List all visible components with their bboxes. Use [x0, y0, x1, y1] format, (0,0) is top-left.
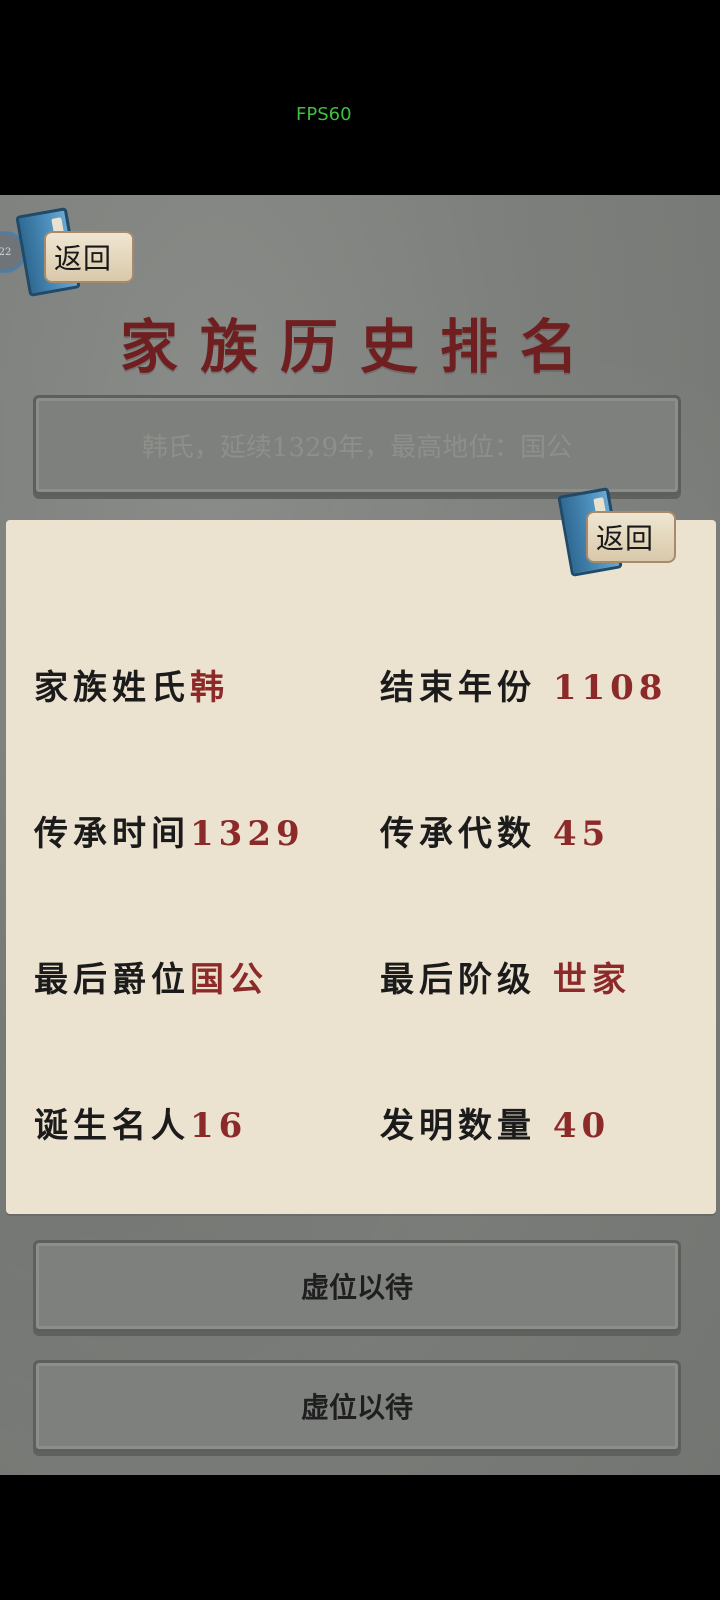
stat-value: 16	[190, 1106, 248, 1146]
stat-value: 1108	[536, 668, 668, 708]
stat-label: 发明数量	[380, 1106, 536, 1146]
stat-last-class: 最后阶级 世家	[380, 952, 631, 1001]
ranking-entry-empty-text: 虚位以待	[300, 1271, 413, 1304]
stat-generations: 传承代数 45	[380, 806, 610, 855]
stat-value: 国公	[190, 960, 268, 1000]
stat-end-year: 结束年份 1108	[380, 660, 667, 709]
ranking-entry-empty[interactable]: 虚位以待	[33, 1240, 681, 1332]
stat-value: 1329	[190, 814, 305, 854]
stat-label: 结束年份	[380, 668, 536, 708]
panel-back-button[interactable]: 返回	[556, 485, 676, 577]
panel-back-button-label: 返回	[596, 522, 655, 555]
stat-famous-people: 诞生名人16	[34, 1098, 247, 1147]
screen: FPS60 22 返回 家族历史排名 韩氏，延续1329年，最高地位：国公 虚位…	[0, 0, 720, 1600]
stat-family-surname: 家族姓氏韩	[34, 660, 229, 709]
stat-label: 诞生名人	[34, 1106, 190, 1146]
page-title: 家族历史排名	[119, 313, 600, 381]
stat-label: 最后爵位	[34, 960, 190, 1000]
stat-inventions: 发明数量 40	[380, 1098, 610, 1147]
fps-counter: FPS60	[296, 104, 352, 125]
back-button[interactable]: 返回	[14, 205, 134, 297]
ranking-entry-empty-text: 虚位以待	[300, 1391, 413, 1424]
back-button-label: 返回	[54, 242, 113, 275]
stat-value: 45	[536, 814, 611, 854]
stat-label: 传承时间	[34, 814, 190, 854]
ranking-entry[interactable]: 韩氏，延续1329年，最高地位：国公	[33, 395, 681, 495]
stat-label: 家族姓氏	[34, 668, 190, 708]
stat-label: 最后阶级	[380, 960, 536, 1000]
stat-value: 世家	[536, 960, 631, 1000]
ranking-entry-empty[interactable]: 虚位以待	[33, 1360, 681, 1452]
stat-last-title: 最后爵位国公	[34, 952, 268, 1001]
stat-label: 传承代数	[380, 814, 536, 854]
ranking-entry-text: 韩氏，延续1329年，最高地位：国公	[141, 432, 573, 463]
stat-value: 40	[536, 1106, 611, 1146]
stat-duration: 传承时间1329	[34, 806, 305, 855]
stat-value: 韩	[190, 668, 229, 708]
